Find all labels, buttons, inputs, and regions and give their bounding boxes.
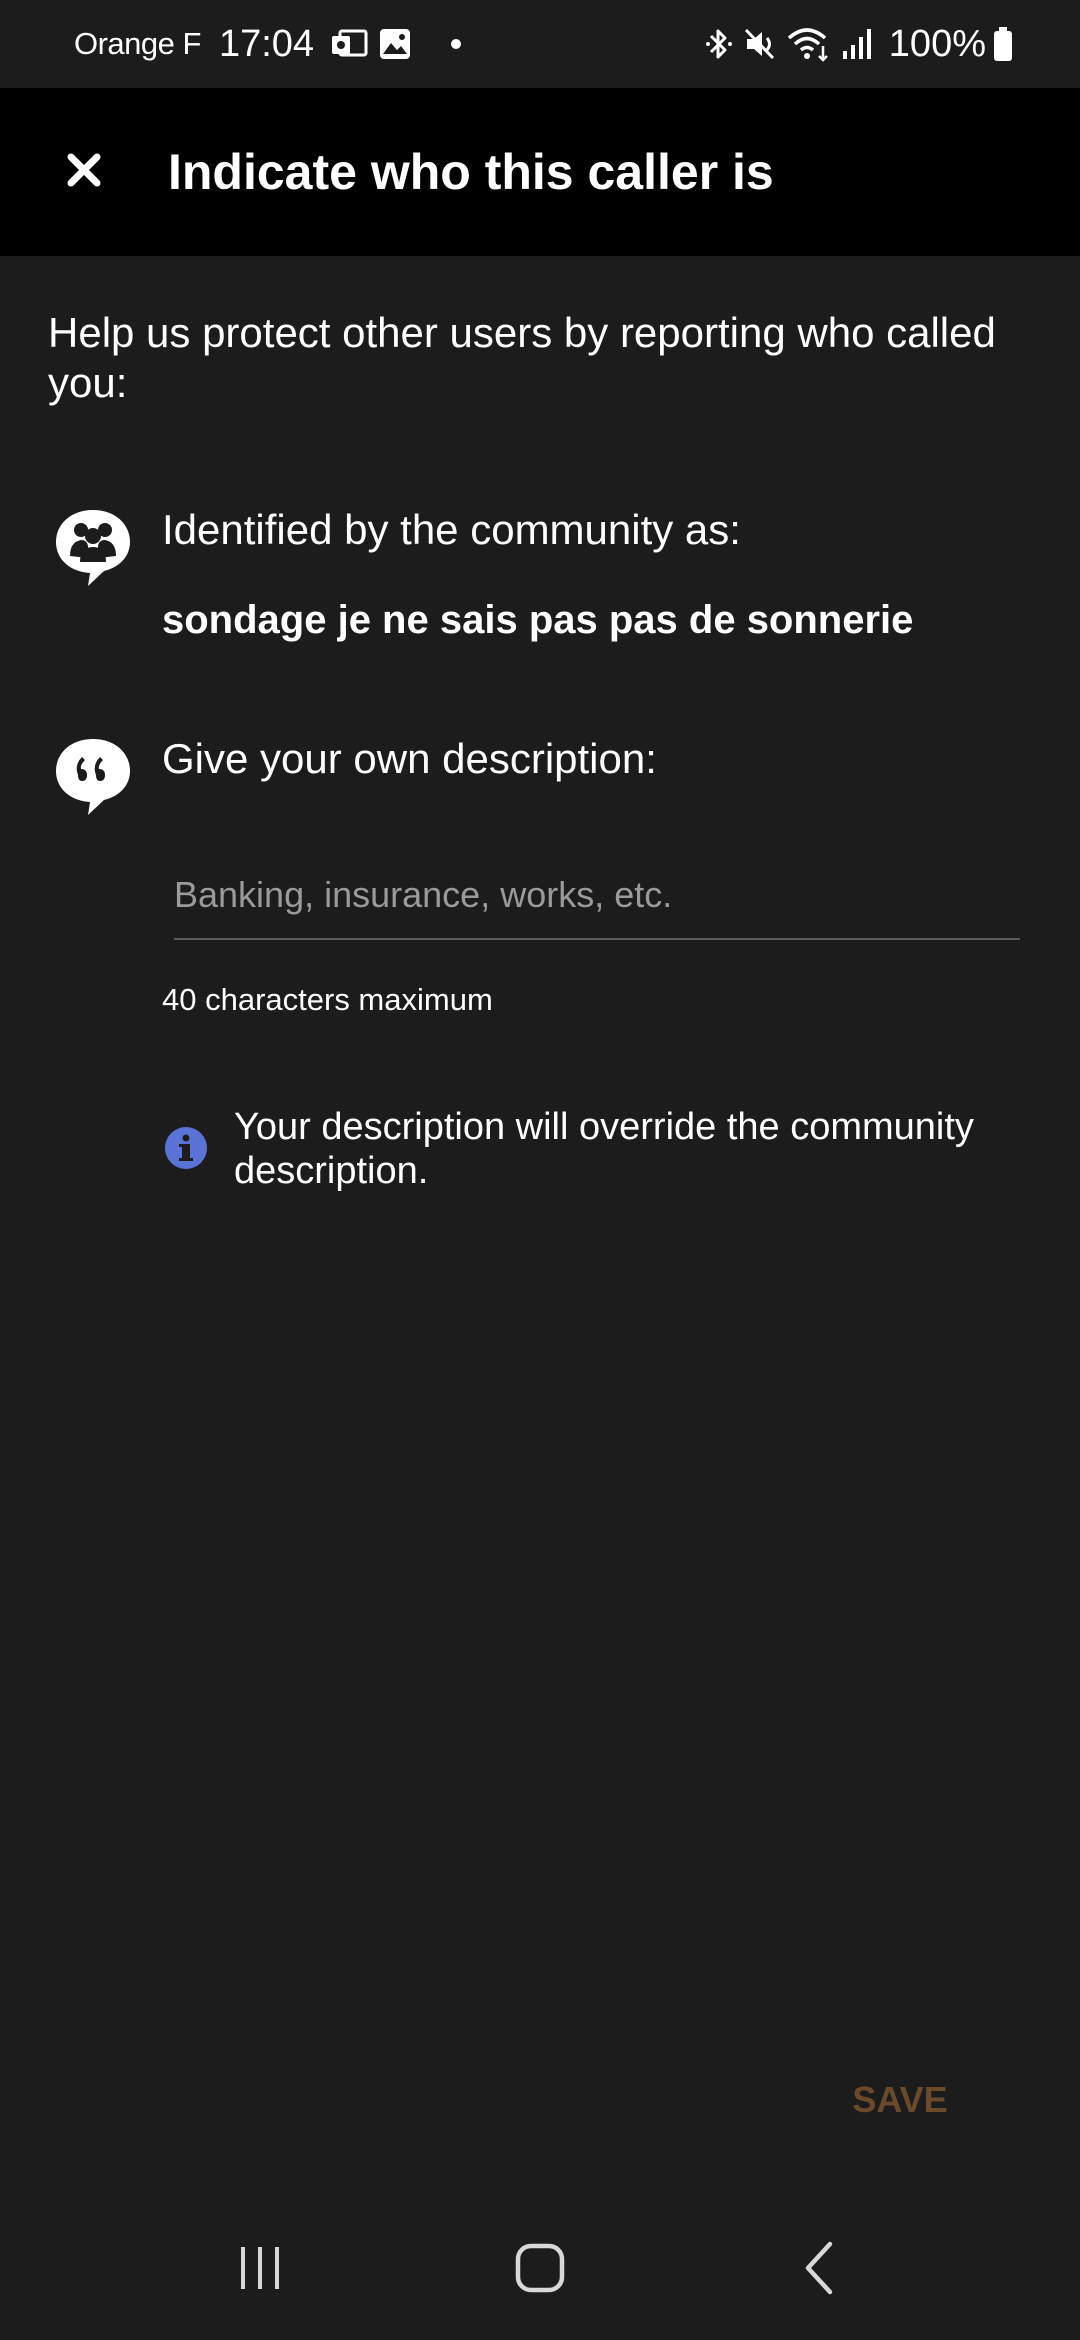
outlook-icon <box>330 27 368 61</box>
info-icon <box>164 1126 208 1170</box>
gallery-icon <box>378 27 412 61</box>
battery-icon <box>992 26 1014 62</box>
status-left: Orange F 17:04 <box>74 23 472 66</box>
back-button[interactable] <box>760 2220 880 2320</box>
own-description-label: Give your own description: <box>162 735 657 782</box>
close-button[interactable] <box>36 124 132 220</box>
save-button[interactable]: SAVE <box>830 2070 970 2130</box>
home-button[interactable] <box>480 2220 600 2320</box>
home-icon <box>514 2242 566 2299</box>
back-icon <box>800 2240 840 2301</box>
battery-percent: 100% <box>888 22 986 65</box>
signal-icon <box>841 27 873 61</box>
dot-icon <box>450 38 462 50</box>
community-icon <box>52 506 134 588</box>
community-label: Identified by the community as: <box>162 506 741 553</box>
info-message: Your description will override the commu… <box>234 1106 974 1192</box>
bluetooth-icon <box>705 26 733 62</box>
carrier-name: Orange F <box>74 26 201 61</box>
character-limit-hint: 40 characters maximum <box>162 982 493 1017</box>
status-right: 100% <box>705 23 1014 66</box>
page-title: Indicate who this caller is <box>168 144 774 200</box>
close-icon <box>66 152 102 193</box>
status-time: 17:04 <box>218 22 315 65</box>
wifi-icon <box>787 26 831 62</box>
app-bar: Indicate who this caller is <box>0 88 1080 256</box>
recents-icon <box>235 2243 285 2298</box>
description-input[interactable] <box>174 862 1020 940</box>
quote-icon <box>52 735 134 817</box>
community-description: sondage je ne sais pas pas de sonnerie <box>162 598 914 642</box>
mute-icon <box>743 26 777 62</box>
recents-button[interactable] <box>200 2220 320 2320</box>
status-bar: Orange F 17:04 100% <box>0 0 1080 88</box>
intro-text: Help us protect other users by reporting… <box>48 309 996 406</box>
navigation-bar <box>0 2200 1080 2340</box>
